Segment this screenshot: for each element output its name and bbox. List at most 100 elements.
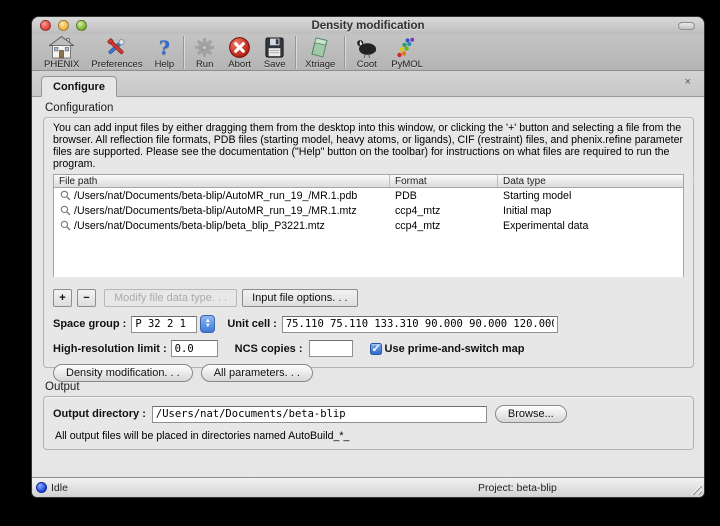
resize-grip[interactable] <box>690 483 702 495</box>
run-gear-icon <box>193 36 216 59</box>
table-header-row: File path Format Data type <box>54 175 683 188</box>
toolbar-separator <box>295 36 296 69</box>
magnifier-icon <box>60 205 71 216</box>
toolbar-label-run: Run <box>196 59 213 70</box>
toolbar-label-abort: Abort <box>228 59 251 70</box>
input-file-options-button[interactable]: Input file options. . . <box>242 289 357 307</box>
column-header-file-path[interactable]: File path <box>54 175 390 187</box>
zoom-window-button[interactable] <box>76 20 87 31</box>
output-section-title: Output <box>45 381 694 393</box>
toolbar-button-phenix[interactable]: PHENIX <box>38 35 85 71</box>
toolbar-button-xtriage[interactable]: Xtriage <box>299 35 341 71</box>
configure-panel: Configuration You can add input files by… <box>32 97 704 477</box>
add-file-button[interactable]: + <box>53 289 72 307</box>
file-path-cell: /Users/nat/Documents/beta-blip/AutoMR_ru… <box>74 205 357 217</box>
output-groupbox: Output directory : Browse... All output … <box>43 396 694 450</box>
instructions-text: You can add input files by either draggi… <box>53 122 684 170</box>
toolbar-button-save[interactable]: Save <box>257 35 292 71</box>
abort-icon <box>228 36 251 59</box>
toolbar-label-pymol: PyMOL <box>391 59 423 70</box>
resolution-row: High-resolution limit : NCS copies : Use… <box>53 340 684 357</box>
toolbar-label-phenix: PHENIX <box>44 59 79 70</box>
toolbar-label-coot: Coot <box>357 59 377 70</box>
modify-file-data-type-button[interactable]: Modify file data type. . . <box>104 289 237 307</box>
toolbar-separator <box>344 36 345 69</box>
column-header-spacer <box>694 175 699 187</box>
table-row[interactable]: /Users/nat/Documents/beta-blip/AutoMR_ru… <box>54 203 683 218</box>
tab-bar: Configure × <box>32 71 704 97</box>
unit-cell-input[interactable] <box>282 316 558 333</box>
output-directory-row: Output directory : Browse... <box>53 405 684 423</box>
pymol-ribbon-icon <box>395 36 419 59</box>
file-path-cell: /Users/nat/Documents/beta-blip/beta_blip… <box>74 220 325 232</box>
table-row[interactable]: /Users/nat/Documents/beta-blip/AutoMR_ru… <box>54 188 683 203</box>
high-resolution-limit-input[interactable] <box>171 340 218 357</box>
symmetry-row: Space group : ▲▼ Unit cell : <box>53 315 684 333</box>
tab-close-icon[interactable]: × <box>685 77 691 88</box>
coot-bird-icon <box>354 36 379 59</box>
ncs-copies-input[interactable] <box>309 340 353 357</box>
toolbar-label-help: Help <box>155 59 175 70</box>
data-type-cell: Initial map <box>498 205 694 217</box>
toolbar: PHENIX Preferences ? <box>32 34 704 71</box>
close-window-button[interactable] <box>40 20 51 31</box>
window-title: Density modification <box>311 20 424 32</box>
toolbar-button-coot[interactable]: Coot <box>348 35 385 71</box>
toolbar-label-save: Save <box>264 59 286 70</box>
tab-configure[interactable]: Configure <box>41 76 117 97</box>
configuration-groupbox: You can add input files by either draggi… <box>43 117 694 368</box>
output-note-text: All output files will be placed in direc… <box>55 430 684 442</box>
preferences-tools-icon <box>104 36 129 59</box>
space-group-input[interactable] <box>131 316 197 333</box>
traffic-lights <box>40 20 87 31</box>
configuration-section-title: Configuration <box>45 102 694 114</box>
toolbar-button-pymol[interactable]: PyMOL <box>385 35 429 71</box>
output-directory-label: Output directory : <box>53 408 146 420</box>
remove-file-button[interactable]: − <box>77 289 96 307</box>
status-bar: Idle Project: beta-blip <box>32 477 704 497</box>
unit-cell-label: Unit cell : <box>227 318 277 330</box>
magnifier-icon <box>60 220 71 231</box>
column-header-data-type[interactable]: Data type <box>498 175 694 187</box>
data-type-cell: Starting model <box>498 190 694 202</box>
space-group-stepper[interactable]: ▲▼ <box>200 315 215 333</box>
space-group-label: Space group : <box>53 318 126 330</box>
toolbar-label-xtriage: Xtriage <box>305 59 335 70</box>
density-modification-button[interactable]: Density modification. . . <box>53 364 193 382</box>
project-label: Project: beta-blip <box>478 482 557 494</box>
table-button-row: + − Modify file data type. . . Input fil… <box>53 289 684 307</box>
table-row[interactable]: /Users/nat/Documents/beta-blip/beta_blip… <box>54 218 683 233</box>
file-path-cell: /Users/nat/Documents/beta-blip/AutoMR_ru… <box>74 190 357 202</box>
toolbar-button-help[interactable]: ? Help <box>149 35 181 71</box>
data-type-cell: Experimental data <box>498 220 694 232</box>
save-floppy-icon <box>263 36 286 59</box>
format-cell: ccp4_mtz <box>390 205 498 217</box>
xtriage-crystal-icon <box>308 36 332 59</box>
toolbar-toggle-button[interactable] <box>678 22 695 30</box>
toolbar-button-preferences[interactable]: Preferences <box>85 35 148 71</box>
format-cell: ccp4_mtz <box>390 220 498 232</box>
browse-button[interactable]: Browse... <box>495 405 567 423</box>
input-files-table[interactable]: File path Format Data type /Users/nat/Do… <box>53 174 684 277</box>
high-resolution-limit-label: High-resolution limit : <box>53 343 167 355</box>
title-bar[interactable]: Density modification <box>32 17 704 34</box>
column-header-format[interactable]: Format <box>390 175 498 187</box>
output-directory-input[interactable] <box>152 406 487 423</box>
table-body: /Users/nat/Documents/beta-blip/AutoMR_ru… <box>54 188 683 277</box>
format-cell: PDB <box>390 190 498 202</box>
phenix-house-icon <box>49 36 74 59</box>
toolbar-separator <box>183 36 184 69</box>
status-indicator-icon <box>36 482 47 493</box>
ncs-copies-label: NCS copies : <box>235 343 303 355</box>
minimize-window-button[interactable] <box>58 20 69 31</box>
action-button-row: Density modification. . . All parameters… <box>53 364 684 382</box>
prime-and-switch-checkbox[interactable] <box>370 343 382 355</box>
magnifier-icon <box>60 190 71 201</box>
prime-and-switch-label: Use prime-and-switch map <box>385 343 525 355</box>
app-window: Density modification PHENIX <box>31 16 705 498</box>
toolbar-button-run[interactable]: Run <box>187 35 222 71</box>
all-parameters-button[interactable]: All parameters. . . <box>201 364 313 382</box>
status-text: Idle <box>51 482 68 494</box>
toolbar-button-abort[interactable]: Abort <box>222 35 257 71</box>
help-question-icon: ? <box>159 36 170 59</box>
